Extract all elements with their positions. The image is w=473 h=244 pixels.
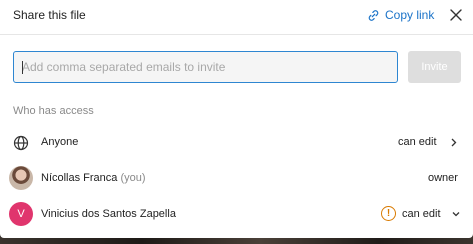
- share-dialog: Share this file Copy link Invite Who has…: [0, 0, 473, 238]
- permission-dropdown[interactable]: can edit: [398, 136, 437, 148]
- email-invite-input[interactable]: [13, 51, 398, 83]
- dialog-title: Share this file: [13, 8, 86, 22]
- access-row-owner: Nícollas Franca (you) owner: [0, 164, 473, 194]
- link-icon: [368, 9, 379, 21]
- who-has-access-heading: Who has access: [13, 105, 94, 117]
- access-name: Anyone: [41, 136, 79, 148]
- chevron-down-icon[interactable]: [452, 211, 460, 217]
- user-name: Nícollas Franca: [41, 172, 118, 184]
- access-name: Vinicius dos Santos Zapella: [41, 208, 176, 220]
- access-name: Nícollas Franca (you): [41, 172, 146, 184]
- copy-link-label: Copy link: [385, 8, 435, 22]
- warning-icon[interactable]: !: [381, 206, 396, 221]
- close-button[interactable]: [449, 8, 463, 22]
- dialog-header: Share this file Copy link: [0, 0, 473, 35]
- avatar: [9, 166, 33, 190]
- role-label: owner: [428, 172, 458, 184]
- text-cursor: [22, 61, 23, 74]
- copy-link-button[interactable]: Copy link: [367, 7, 434, 23]
- invite-row: Invite: [13, 51, 461, 84]
- permission-dropdown[interactable]: can edit: [402, 208, 441, 220]
- access-row-member: V Vinicius dos Santos Zapella ! can edit: [0, 200, 473, 230]
- avatar: V: [9, 202, 33, 226]
- globe-icon: [13, 135, 29, 151]
- you-tag: (you): [120, 172, 146, 184]
- close-icon: [450, 9, 462, 21]
- invite-button[interactable]: Invite: [408, 51, 461, 83]
- access-row-anyone: Anyone can edit: [0, 128, 473, 158]
- chevron-right-icon[interactable]: [451, 138, 457, 147]
